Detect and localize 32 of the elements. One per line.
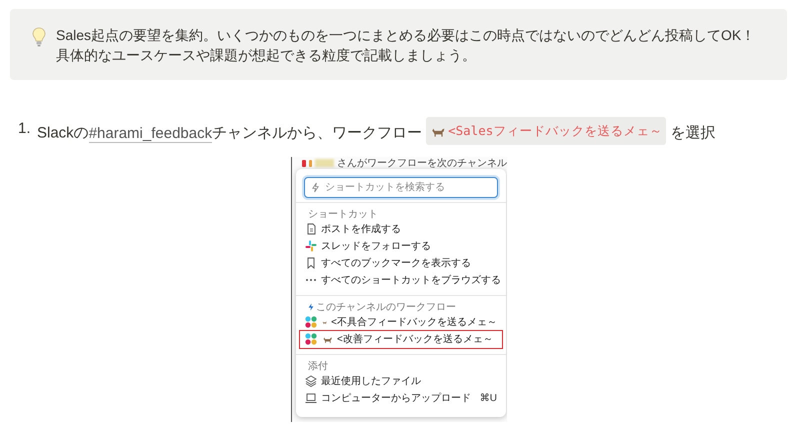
- search-field[interactable]: ショートカットを検索する: [304, 176, 498, 198]
- section-header: このチャンネルのワークフロー: [316, 301, 456, 314]
- app-dots-icon: [305, 316, 317, 328]
- callout-text: 具体的なユースケースや課題が想起できる粒度で記載しましょう。: [56, 46, 477, 65]
- menu-item[interactable]: <改善フィードバックを送るメェ～: [300, 330, 502, 348]
- bolt-icon: [311, 182, 320, 192]
- menu-item[interactable]: すべてのブックマークを表示する: [300, 254, 502, 272]
- callout-text: Sales起点の要望を集約。いくつかのものを一つにまとめる必要はこの時点ではないのでどんどん投稿してOK！: [56, 26, 756, 45]
- lightbulb-icon: [32, 27, 46, 47]
- message-text: さんがワークフローを次のチャンネル: [337, 157, 507, 170]
- laptop-icon: [305, 392, 317, 404]
- app-dots-icon: [305, 333, 317, 345]
- bookmark-icon: [305, 257, 317, 269]
- channel-link[interactable]: #harami_feedback: [88, 124, 212, 142]
- menu-item[interactable]: コンピューターからアップロード ⌘U: [300, 390, 502, 406]
- step-text: Slackの#harami_feedbackチャンネルから、ワークフロー <Salesフィードバックを送るメェ～ を選択: [37, 117, 716, 146]
- goat-icon: [322, 334, 333, 344]
- menu-item[interactable]: 最近使用したファイル: [300, 372, 502, 390]
- document-icon: [305, 223, 317, 235]
- menu-item[interactable]: スレッドをフォローする: [300, 238, 502, 254]
- inline-code: <Salesフィードバックを送るメェ～: [426, 117, 666, 145]
- keyboard-shortcut: ⌘U: [480, 392, 497, 404]
- section-header: ショートカット: [308, 208, 378, 221]
- bolt-icon: [308, 303, 314, 311]
- menu-item[interactable]: <不具合フィードバックを送るメェ～: [300, 314, 502, 330]
- list-number: 1.: [18, 119, 32, 139]
- hash-logo-icon: [305, 240, 317, 252]
- menu-item[interactable]: ポストを作成する: [300, 220, 502, 238]
- section-header: 添付: [308, 360, 328, 373]
- blurred-mention: [315, 159, 334, 167]
- layers-icon: [305, 375, 317, 387]
- menu-item[interactable]: すべてのショートカットをブラウズする: [300, 272, 502, 288]
